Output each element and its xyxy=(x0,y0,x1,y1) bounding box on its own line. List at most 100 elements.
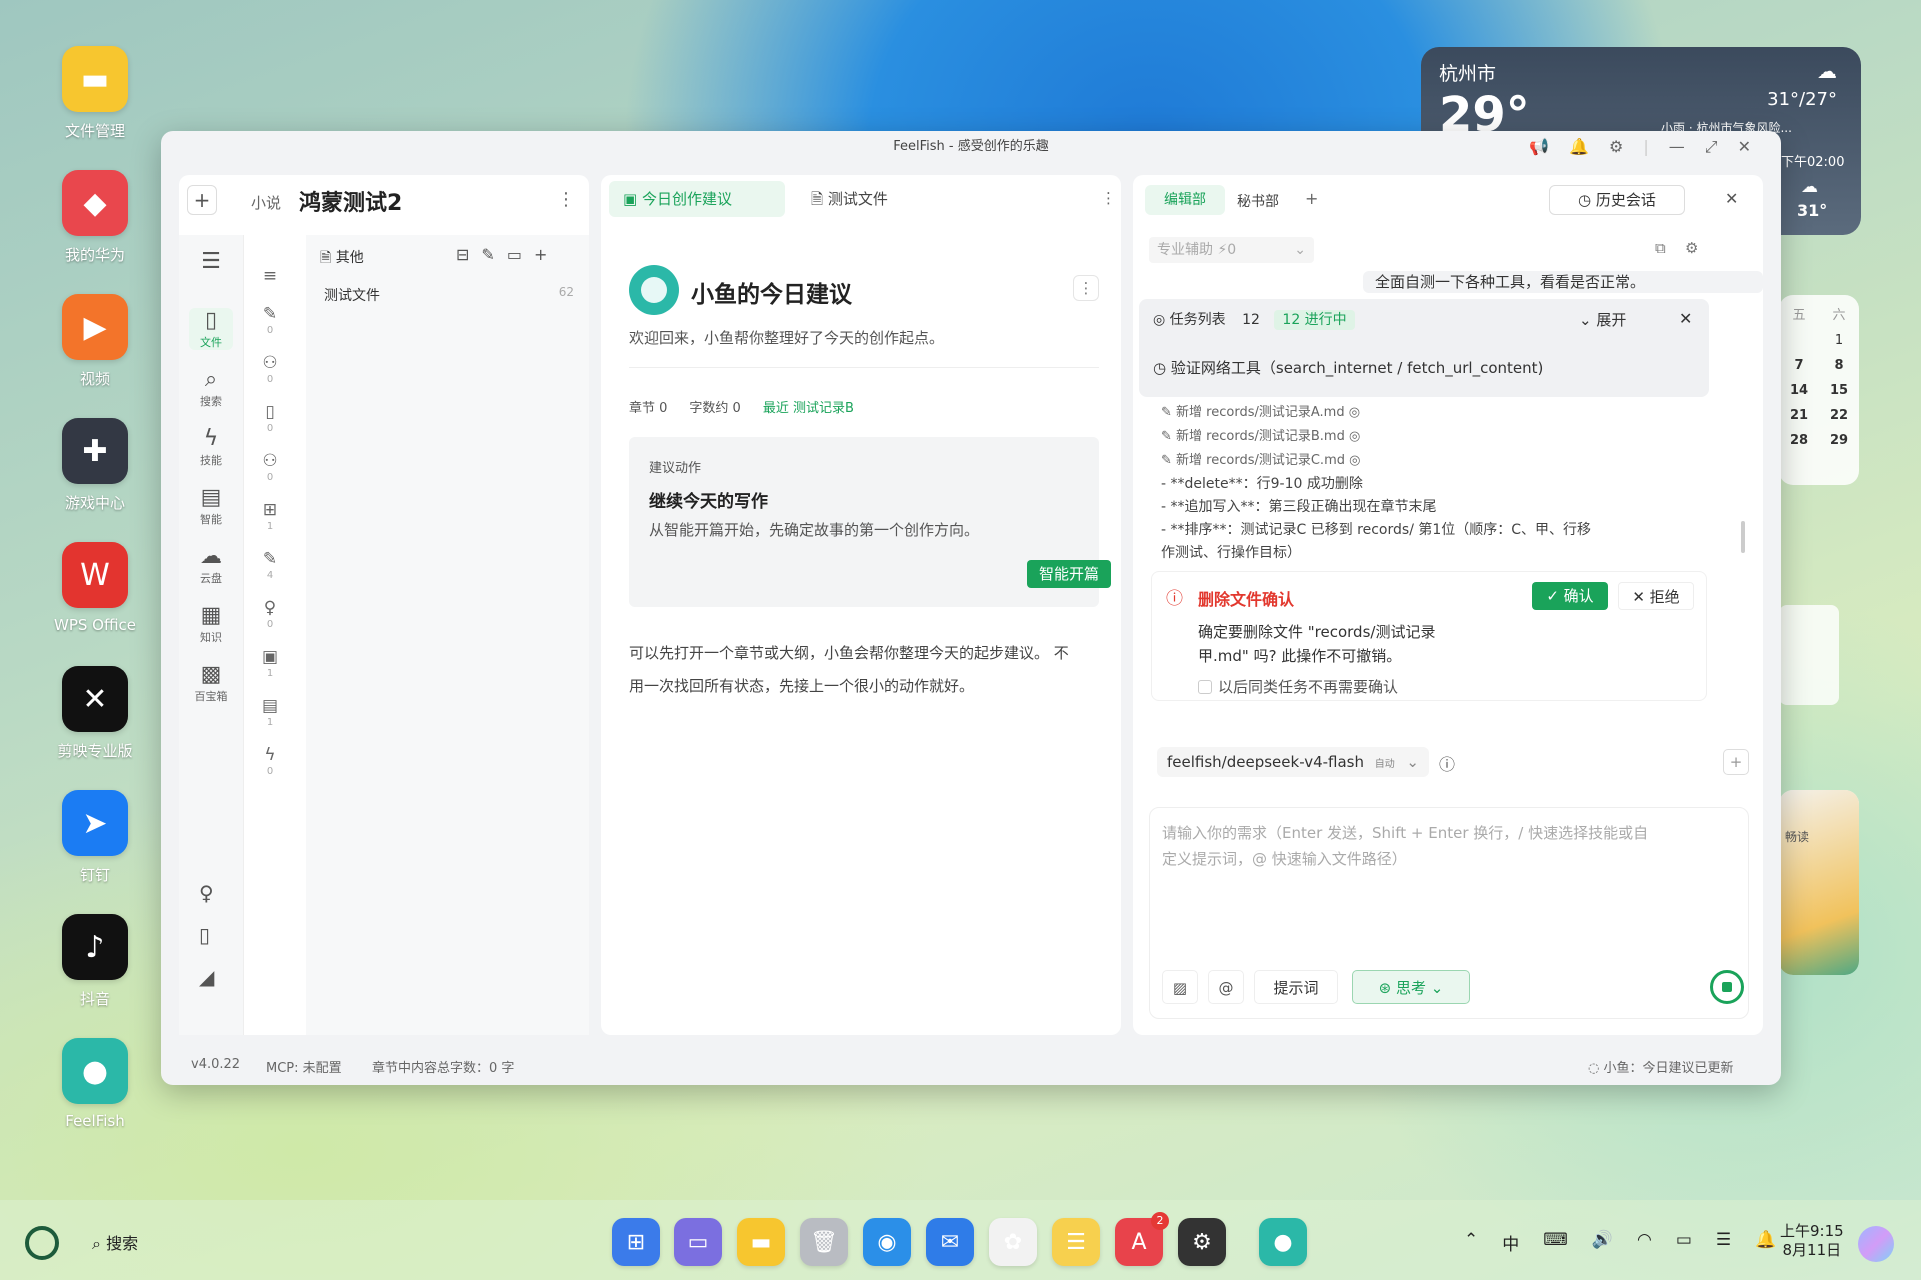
model-select[interactable]: feelfish/deepseek-v4-flash 自动 ⌄ xyxy=(1157,747,1429,777)
project-title[interactable]: 鸿蒙测试2 xyxy=(299,185,402,217)
add-button[interactable]: + xyxy=(187,185,217,215)
category-label[interactable]: 小说 xyxy=(251,192,281,213)
smart-start-button[interactable]: 智能开篇 xyxy=(1027,560,1111,588)
rail2-item[interactable]: ✎ 0 xyxy=(255,303,285,336)
desktop-icon[interactable]: ▬ 文件管理 xyxy=(55,46,135,141)
maximize-icon[interactable]: ⤢ xyxy=(1705,137,1718,157)
desktop-icon[interactable]: ◆ 我的华为 xyxy=(55,170,135,265)
multiscreen-icon[interactable]: ▭ xyxy=(674,1218,722,1266)
tab-secretary[interactable]: 秘书部 xyxy=(1237,191,1279,211)
tab-today[interactable]: ▣ 今日创作建议 xyxy=(609,181,785,217)
volume-icon[interactable]: 🔊 xyxy=(1592,1230,1613,1255)
battery-icon[interactable]: ▭ xyxy=(1676,1230,1692,1255)
gear-icon[interactable]: ⚙ xyxy=(1685,239,1698,257)
rail-bottom-icon[interactable]: ◢ xyxy=(199,965,214,989)
launcher-icon[interactable]: ⊞ xyxy=(612,1218,660,1266)
app-gallery-icon[interactable]: A2 xyxy=(1115,1212,1169,1266)
add-button[interactable]: + xyxy=(1723,749,1749,775)
notes-icon[interactable]: ☰ xyxy=(1052,1218,1100,1266)
stop-button[interactable] xyxy=(1710,970,1744,1004)
info-icon[interactable]: ⓘ xyxy=(1439,751,1455,775)
mail-icon[interactable]: ✉ xyxy=(926,1218,974,1266)
megaphone-icon[interactable]: 📢 xyxy=(1529,137,1549,157)
rail2-item[interactable]: ϟ0 xyxy=(255,744,285,777)
more-icon[interactable]: ⋮ xyxy=(1101,189,1116,207)
more-icon[interactable]: ⋮ xyxy=(1073,275,1099,301)
controls-icon[interactable]: ☰ xyxy=(1716,1230,1731,1255)
think-button[interactable]: ⊛ 思考 ⌄ xyxy=(1352,970,1470,1004)
reject-button[interactable]: ✕ 拒绝 xyxy=(1618,582,1694,610)
close-icon[interactable]: ✕ xyxy=(1738,137,1751,157)
stat-recent[interactable]: 最近 测试记录B xyxy=(763,397,854,416)
rail2-item[interactable]: ⚇ 0 xyxy=(255,450,285,483)
desktop-icon[interactable]: ♪ 抖音 xyxy=(55,914,135,1009)
image-icon[interactable]: ▨ xyxy=(1162,970,1198,1004)
trash-icon[interactable]: 🗑 xyxy=(800,1218,848,1266)
scrollbar[interactable] xyxy=(1741,521,1745,553)
folder-row[interactable]: 🗎 其他 xyxy=(320,247,364,271)
minimize-icon[interactable]: — xyxy=(1669,137,1685,157)
start-button[interactable] xyxy=(25,1226,59,1260)
add-tab-button[interactable]: + xyxy=(1305,189,1318,208)
mode-select[interactable]: 专业辅助 ⚡0 ⌄ xyxy=(1149,237,1314,263)
history-button[interactable]: ◷ 历史会话 xyxy=(1549,185,1685,215)
close-icon[interactable]: ✕ xyxy=(1679,309,1692,328)
rail2-item[interactable]: ⊞ 1 xyxy=(255,499,285,532)
chat-input-box[interactable]: 请输入你的需求（Enter 发送，Shift + Enter 换行，/ 快速选择… xyxy=(1149,807,1749,1019)
rail-item[interactable]: ▤ 智能 xyxy=(189,485,233,527)
add-icon[interactable]: + xyxy=(534,245,547,264)
rail2-item[interactable]: ≡ xyxy=(255,265,285,287)
rail2-item[interactable]: ♀ 0 xyxy=(255,597,285,630)
new-folder-icon[interactable]: ▭ xyxy=(507,245,522,264)
desktop-icon[interactable]: W WPS Office xyxy=(54,542,136,634)
desktop-icon[interactable]: ✕ 剪映专业版 xyxy=(55,666,135,761)
rail-item[interactable]: ▦ 知识 xyxy=(189,603,233,645)
mcp-status[interactable]: MCP: 未配置 xyxy=(266,1057,342,1076)
prompt-button[interactable]: 提示词 xyxy=(1254,970,1338,1004)
settings-icon[interactable]: ⚙ xyxy=(1178,1218,1226,1266)
new-doc-icon[interactable]: ⊟ xyxy=(456,245,469,264)
chevron-up-icon[interactable]: ⌃ xyxy=(1464,1230,1478,1255)
photos-icon[interactable]: ✿ xyxy=(989,1218,1037,1266)
rail2-item[interactable]: ▯ 0 xyxy=(255,401,285,434)
rail-bottom-icon[interactable]: ▯ xyxy=(199,923,210,947)
chat-input[interactable]: 请输入你的需求（Enter 发送，Shift + Enter 换行，/ 快速选择… xyxy=(1162,820,1648,872)
clock[interactable]: 上午9:15 8月11日 xyxy=(1780,1222,1844,1260)
file-row[interactable]: 测试文件 62 xyxy=(324,285,574,305)
notification-icon[interactable]: 🔔 xyxy=(1755,1230,1776,1255)
desktop-icon[interactable]: ● FeelFish xyxy=(55,1038,135,1130)
desktop-icon[interactable]: ▶ 视频 xyxy=(55,294,135,389)
desktop-icon[interactable]: ✚ 游戏中心 xyxy=(55,418,135,513)
remember-checkbox[interactable]: 以后同类任务不再需要确认 xyxy=(1198,676,1398,697)
calendar-widget[interactable]: 五六 1 7 8 14 15 21 22 28 29 xyxy=(1779,295,1859,485)
feelfish-icon[interactable]: ● xyxy=(1259,1218,1307,1266)
rail-item[interactable]: ▯ 文件 xyxy=(189,308,233,350)
close-panel-icon[interactable]: ✕ xyxy=(1725,189,1738,208)
rail2-item[interactable]: ▣ 1 xyxy=(255,646,285,679)
files-icon[interactable]: ▬ xyxy=(737,1218,785,1266)
bell-icon[interactable]: 🔔 xyxy=(1569,137,1589,157)
rail-item[interactable]: ▩ 百宝箱 xyxy=(189,662,233,704)
input-method-icon[interactable]: 中 xyxy=(1502,1230,1519,1255)
assistant-orb[interactable] xyxy=(1858,1226,1894,1262)
gear-icon[interactable]: ⚙ xyxy=(1609,137,1623,157)
wifi-icon[interactable]: ◠ xyxy=(1637,1230,1652,1255)
expand-button[interactable]: ⌄ 展开 xyxy=(1579,309,1626,330)
tab-editorial[interactable]: 编辑部 xyxy=(1145,185,1225,215)
rail-item[interactable]: ☁ 云盘 xyxy=(189,544,233,586)
tab-test-file[interactable]: 🗎 测试文件 xyxy=(811,188,888,214)
reading-widget[interactable]: 畅读 xyxy=(1779,790,1859,975)
confirm-button[interactable]: ✓ 确认 xyxy=(1532,582,1608,610)
rail-item[interactable]: ϟ 技能 xyxy=(189,426,233,468)
keyboard-icon[interactable]: ⌨ xyxy=(1543,1230,1568,1255)
desktop-icon[interactable]: ➤ 钉钉 xyxy=(55,790,135,885)
rail2-item[interactable]: ✎ 4 xyxy=(255,548,285,581)
at-button[interactable]: @ xyxy=(1208,970,1244,1004)
rail-item[interactable]: ☰ xyxy=(189,249,233,275)
rail2-item[interactable]: ▤ 1 xyxy=(255,695,285,728)
popout-icon[interactable]: ⧉ xyxy=(1655,239,1666,257)
browser-icon[interactable]: ◉ xyxy=(863,1218,911,1266)
rail-bottom-icon[interactable]: ♀ xyxy=(199,881,214,905)
more-icon[interactable]: ⋮ xyxy=(557,189,575,210)
taskbar-search[interactable]: ⌕ 搜索 xyxy=(92,1230,138,1254)
